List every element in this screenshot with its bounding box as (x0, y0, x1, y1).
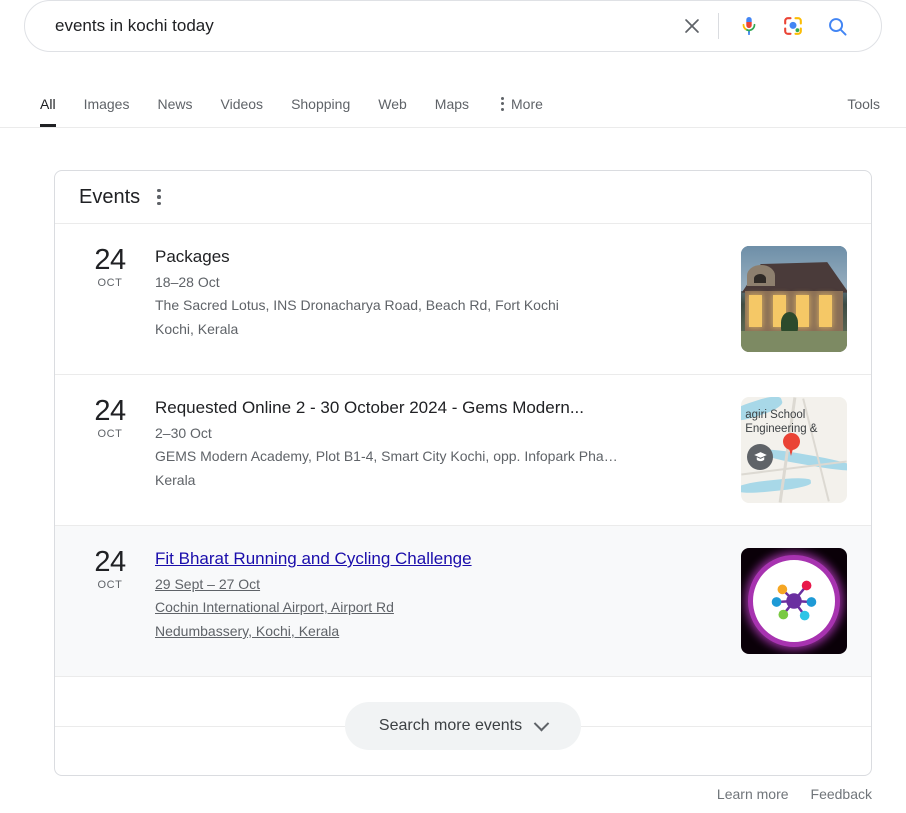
heritage-house-photo[interactable] (741, 246, 847, 352)
event-thumbnail-wrap (731, 546, 847, 654)
tools-button[interactable]: Tools (847, 80, 880, 127)
event-location-line1: GEMS Modern Academy, Plot B1-4, Smart Ci… (155, 448, 618, 464)
event-info: Requested Online 2 - 30 October 2024 - G… (141, 395, 731, 492)
learn-more-link[interactable]: Learn more (717, 786, 789, 802)
tab-images[interactable]: Images (70, 80, 144, 127)
tab-web[interactable]: Web (364, 80, 421, 127)
google-lens-icon[interactable] (771, 4, 815, 48)
events-card: Events 24 OCT Packages 18–28 Oct The Sac… (54, 170, 872, 776)
event-dates: 2–30 Oct (155, 425, 212, 441)
tab-maps[interactable]: Maps (421, 80, 483, 127)
event-title[interactable]: Fit Bharat Running and Cycling Challenge (155, 547, 731, 571)
search-input[interactable] (25, 14, 670, 38)
map-label: agiri School Engineering & (745, 408, 817, 436)
feedback-link[interactable]: Feedback (811, 786, 872, 802)
map-label-line1: agiri School (745, 408, 806, 421)
event-dates: 18–28 Oct (155, 274, 220, 290)
map-thumbnail[interactable]: agiri School Engineering & (741, 397, 847, 503)
page-title: Events (79, 186, 141, 208)
event-info: Packages 18–28 Oct The Sacred Lotus, INS… (141, 244, 731, 341)
event-date-day: 24 (94, 244, 126, 276)
graduation-cap-icon (747, 443, 774, 470)
card-footer: Learn more Feedback (54, 786, 872, 802)
event-location-line2: Kerala (155, 472, 196, 488)
tab-shopping[interactable]: Shopping (277, 80, 364, 127)
event-date: 24 OCT (79, 395, 141, 441)
event-title[interactable]: Packages (155, 245, 731, 269)
event-date-month: OCT (97, 428, 123, 440)
events-card-header: Events (55, 171, 871, 224)
molecule-logo[interactable] (741, 548, 847, 654)
event-thumbnail-wrap (731, 244, 847, 352)
event-location-line1: Cochin International Airport, Airport Rd (155, 599, 394, 615)
search-more-events-button[interactable]: Search more events (344, 702, 582, 750)
event-location-line1: The Sacred Lotus, INS Dronacharya Road, … (155, 297, 559, 313)
chevron-down-icon (533, 715, 550, 731)
search-bar-icons (670, 4, 881, 48)
event-date-month: OCT (97, 277, 123, 289)
event-row[interactable]: 24 OCT Requested Online 2 - 30 October 2… (55, 375, 871, 526)
molecule-icon (771, 580, 817, 621)
event-row[interactable]: 24 OCT Packages 18–28 Oct The Sacred Lot… (55, 224, 871, 375)
clear-icon[interactable] (670, 4, 714, 48)
event-date-day: 24 (94, 395, 126, 427)
tab-news[interactable]: News (143, 80, 206, 127)
search-icon[interactable] (815, 4, 859, 48)
tab-all[interactable]: All (40, 80, 70, 127)
event-dates: 29 Sept – 27 Oct (155, 576, 261, 592)
more-options-icon (501, 96, 505, 111)
search-tabs: All Images News Videos Shopping Web Maps… (40, 80, 557, 127)
search-tabs-bar: All Images News Videos Shopping Web Maps… (0, 80, 906, 128)
tab-more[interactable]: More (483, 80, 557, 127)
search-bar-divider (718, 13, 719, 39)
map-pin-icon (783, 433, 801, 457)
event-info: Fit Bharat Running and Cycling Challenge… (141, 546, 731, 643)
event-thumbnail-wrap: agiri School Engineering & (731, 395, 847, 503)
event-title[interactable]: Requested Online 2 - 30 October 2024 - G… (155, 396, 731, 420)
search-bar[interactable] (24, 0, 882, 52)
search-more-section: Search more events (55, 677, 871, 775)
more-options-icon[interactable] (154, 185, 164, 210)
tab-videos[interactable]: Videos (207, 80, 278, 127)
tab-more-label: More (511, 95, 543, 112)
event-location-line2: Kochi, Kerala (155, 321, 239, 337)
event-date: 24 OCT (79, 244, 141, 290)
search-more-events-label: Search more events (378, 717, 523, 734)
microphone-icon[interactable] (727, 4, 771, 48)
event-row[interactable]: 24 OCT Fit Bharat Running and Cycling Ch… (55, 526, 871, 677)
event-date-day: 24 (94, 546, 126, 578)
event-location-line2: Nedumbassery, Kochi, Kerala (155, 623, 340, 639)
event-date-month: OCT (97, 579, 123, 591)
event-date: 24 OCT (79, 546, 141, 592)
map-label-line2: Engineering & (745, 422, 818, 435)
